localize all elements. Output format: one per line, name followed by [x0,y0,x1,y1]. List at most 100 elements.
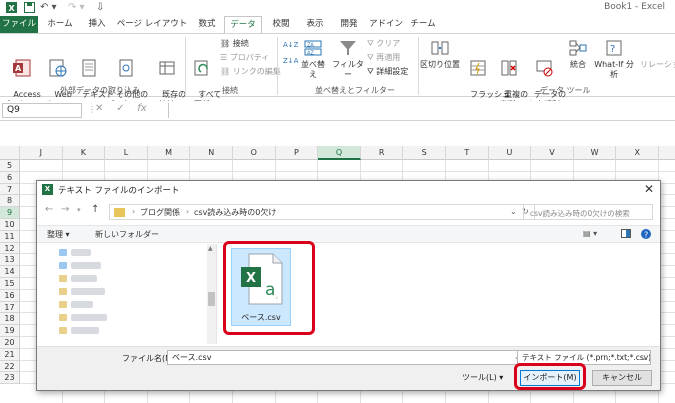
tab-team[interactable]: チーム [408,16,438,33]
excel-app-icon: X [6,2,17,16]
row-header[interactable]: 7 [0,183,20,196]
command-bar: 整理 ▾ 新しいフォルダー ▤ ▾ ? [37,225,660,243]
column-header[interactable]: K [63,146,106,160]
row-header[interactable]: 16 [0,289,20,302]
column-header[interactable]: T [446,146,489,160]
row-header[interactable]: 23 [0,372,20,385]
dialog-title-bar: X テキスト ファイルのインポート ✕ [37,181,660,198]
column-header[interactable]: M [148,146,191,160]
tab-insert[interactable]: 挿入 [82,16,112,33]
column-header[interactable]: P [276,146,319,160]
svg-text:ZA: ZA [307,43,314,49]
connections-button[interactable]: ⛓ 接続 [220,39,249,49]
close-icon[interactable]: ✕ [644,182,654,196]
cancel-icon[interactable]: ✕ [95,103,103,114]
column-header[interactable]: V [531,146,574,160]
up-icon[interactable]: ↑ [91,204,99,215]
row-header[interactable]: 19 [0,325,20,337]
organize-button[interactable]: 整理 ▾ [47,229,70,240]
insert-function-icon[interactable]: fx [137,103,146,114]
navigation-pane[interactable]: ▲ [37,244,217,344]
column-header[interactable]: O [233,146,276,160]
search-placeholder: csv読み込み時の0欠けの検索 [530,209,630,218]
row-header[interactable]: 15 [0,278,20,290]
new-folder-button[interactable]: 新しいフォルダー [95,229,159,240]
sort-az-icon[interactable]: A↓Z [283,40,298,50]
save-icon[interactable] [24,2,35,16]
row-header[interactable]: 11 [0,230,20,243]
view-options-icon[interactable]: ▤ ▾ [583,229,597,238]
whatif-analysis-button[interactable]: ? What-If 分析 [592,38,636,80]
breadcrumb-csv[interactable]: csv読み込み時の0欠け [194,207,276,218]
refresh-icon [194,60,208,76]
edit-links-button[interactable]: ⛓ リンクの編集 [220,67,281,77]
row-header[interactable]: 13 [0,254,20,267]
properties-button[interactable]: ☰ プロパティ [220,53,269,63]
column-header[interactable]: J [20,146,63,160]
tab-data[interactable]: データ [224,16,262,33]
scrollbar-thumb[interactable] [208,292,215,306]
scroll-up-icon[interactable]: ▲ [208,245,213,252]
recent-dropdown-icon[interactable]: ▾ [77,206,81,214]
column-header[interactable]: R [361,146,404,160]
undo-icon[interactable]: ↶ ▾ [40,2,57,13]
column-header[interactable]: N [190,146,233,160]
nav-scrollbar[interactable]: ▲ [207,244,216,344]
row-header[interactable]: 14 [0,266,20,278]
reapply-button[interactable]: ⛛ 再適用 [367,53,400,63]
column-header[interactable]: U [489,146,532,160]
row-header[interactable]: 5 [0,160,20,172]
name-box[interactable]: Q9 [2,103,82,118]
tab-formulas[interactable]: 数式 [192,16,222,33]
select-all-corner[interactable] [0,146,20,160]
row-header[interactable]: 8 [0,195,20,208]
preview-pane-icon[interactable] [621,229,631,240]
tab-home[interactable]: ホーム [42,16,78,33]
tab-view[interactable]: 表示 [300,16,330,33]
column-header[interactable]: Q [318,146,361,160]
advanced-filter-button[interactable]: ⛛ 詳細設定 [367,67,408,77]
redo-icon[interactable]: ↷ ▾ [68,2,85,13]
tab-addins[interactable]: アドイン [368,16,404,33]
column-header[interactable]: W [574,146,617,160]
row-header[interactable]: 9 [0,207,20,219]
relationships-button[interactable]: リレーショ [640,60,675,70]
tab-page-layout[interactable]: ページ レイアウト [116,16,188,33]
row-header[interactable]: 10 [0,219,20,231]
tab-review[interactable]: 校閲 [266,16,296,33]
validation-icon [536,60,553,77]
customize-qat-icon[interactable]: ⇩ [96,2,104,13]
table-icon [159,61,175,75]
column-header[interactable]: S [403,146,446,160]
svg-text:?: ? [644,231,648,240]
address-dropdown-icon[interactable]: ⌄ [510,207,517,216]
clear-filter-button[interactable]: ⛛ クリア [367,39,400,49]
filter-button[interactable]: フィルター [331,38,365,80]
row-header[interactable]: 17 [0,301,20,314]
cancel-button[interactable]: キャンセル [592,370,652,386]
text-to-columns-button[interactable]: 区切り位置 [420,38,460,70]
row-header[interactable]: 22 [0,360,20,373]
enter-icon[interactable]: ✓ [116,103,124,114]
column-header[interactable]: X [616,146,659,160]
breadcrumb-blog[interactable]: ブログ関係 [140,207,180,218]
tab-developer[interactable]: 開発 [334,16,364,33]
address-path[interactable]: › ブログ関係 › csv読み込み時の0欠け ⌄ ↻ [109,204,535,220]
forward-icon[interactable]: → [61,204,69,215]
back-icon[interactable]: ← [45,204,53,215]
consolidate-button[interactable]: 統合 [566,38,590,70]
sort-button[interactable]: ZA AZ 並べ替え [298,38,328,80]
row-header[interactable]: 6 [0,171,20,184]
formula-input[interactable] [168,103,673,118]
tools-button[interactable]: ツール(L) ▾ [462,372,503,383]
row-header[interactable]: 12 [0,242,20,255]
search-input[interactable]: csv読み込み時の0欠けの検索 [523,204,653,220]
column-header[interactable]: L [105,146,148,160]
sort-za-icon[interactable]: Z↓A [283,56,298,66]
tab-file[interactable]: ファイル [0,16,38,33]
help-icon[interactable]: ? [641,229,651,241]
row-header[interactable]: 21 [0,348,20,361]
file-name-input[interactable]: ベース.csv [167,350,512,365]
row-header[interactable]: 20 [0,337,20,349]
row-header[interactable]: 18 [0,313,20,326]
